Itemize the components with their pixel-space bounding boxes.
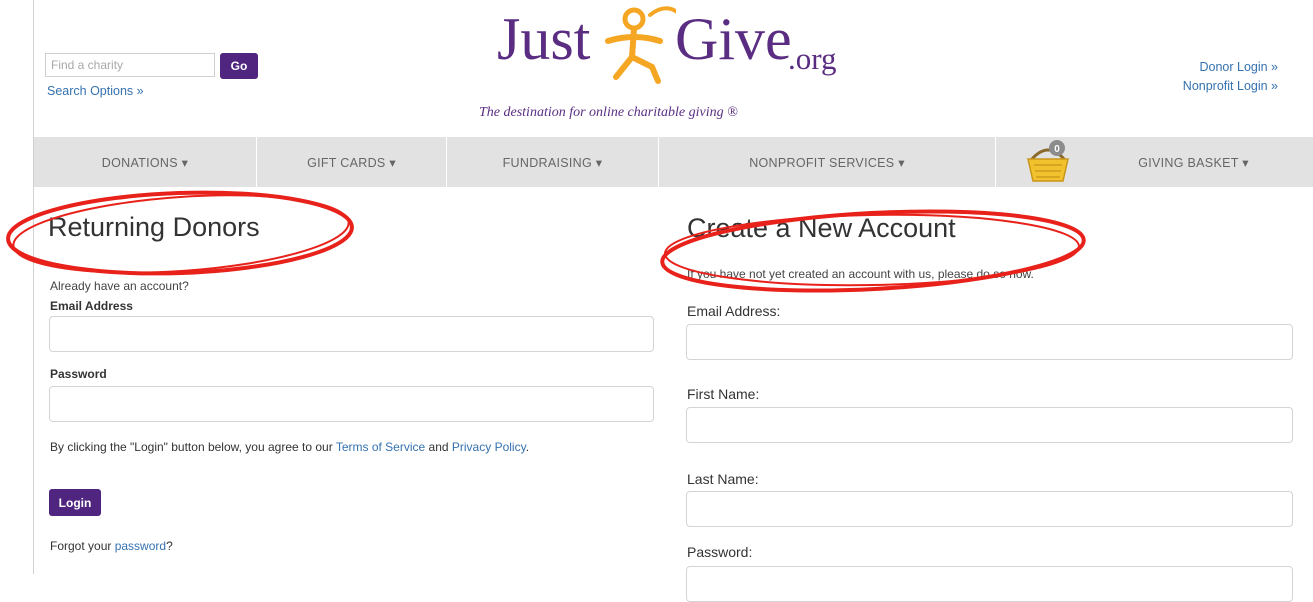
login-button[interactable]: Login xyxy=(49,489,101,516)
nav-giving-basket[interactable]: GIVING BASKET ▾ xyxy=(1074,137,1313,187)
search-input[interactable] xyxy=(45,53,215,77)
create-email-label: Email Address: xyxy=(687,303,781,319)
nonprofit-login-link[interactable]: Nonprofit Login » xyxy=(1183,79,1278,93)
logo-word-give: Give xyxy=(675,6,792,72)
returning-email-label: Email Address xyxy=(50,299,133,313)
first-name-input[interactable] xyxy=(686,407,1293,443)
returning-password-label: Password xyxy=(50,367,107,381)
create-email-input[interactable] xyxy=(686,324,1293,360)
basket-icon[interactable]: 0 xyxy=(1022,137,1074,187)
logo-tagline: The destination for online charitable gi… xyxy=(479,105,738,120)
create-password-label: Password: xyxy=(687,544,753,560)
returning-donors-heading: Returning Donors xyxy=(48,212,260,242)
agree-suffix: . xyxy=(525,440,530,454)
nav-fundraising[interactable]: FUNDRAISING ▾ xyxy=(447,137,659,187)
returning-subtitle: Already have an account? xyxy=(50,279,189,293)
nav-donations[interactable]: DONATIONS ▾ xyxy=(34,137,257,187)
basket-count: 0 xyxy=(1054,144,1060,155)
justgive-logo[interactable]: Just Give .org xyxy=(497,6,847,105)
nav-nonprofit-services[interactable]: NONPROFIT SERVICES ▾ xyxy=(659,137,996,187)
logo-figure-icon xyxy=(605,6,676,84)
forgot-text: Forgot your xyxy=(50,539,115,553)
terms-agreement: By clicking the "Login" button below, yo… xyxy=(50,437,640,458)
forgot-password-link[interactable]: password xyxy=(115,539,166,553)
forgot-password: Forgot your password? xyxy=(50,539,173,553)
terms-of-service-link[interactable]: Terms of Service xyxy=(336,440,425,454)
forgot-suffix: ? xyxy=(166,539,173,553)
agree-text: By clicking the "Login" button below, yo… xyxy=(50,440,336,454)
agree-and-text: and xyxy=(425,440,452,454)
returning-email-input[interactable] xyxy=(49,316,654,352)
go-button[interactable]: Go xyxy=(220,53,258,79)
returning-password-input[interactable] xyxy=(49,386,654,422)
last-name-label: Last Name: xyxy=(687,471,759,487)
main-nav: DONATIONS ▾ GIFT CARDS ▾ FUNDRAISING ▾ N… xyxy=(34,137,1313,187)
create-account-heading: Create a New Account xyxy=(687,213,956,243)
first-name-label: First Name: xyxy=(687,386,760,402)
privacy-policy-link[interactable]: Privacy Policy xyxy=(452,440,526,454)
logo-tld: .org xyxy=(788,41,837,76)
nav-gift-cards[interactable]: GIFT CARDS ▾ xyxy=(257,137,447,187)
logo-word-just: Just xyxy=(497,6,591,72)
create-password-input[interactable] xyxy=(686,566,1293,602)
donor-login-link[interactable]: Donor Login » xyxy=(1199,60,1278,74)
last-name-input[interactable] xyxy=(686,491,1293,527)
search-options-link[interactable]: Search Options » xyxy=(47,84,144,98)
create-subtitle: If you have not yet created an account w… xyxy=(687,267,1034,281)
page-left-border xyxy=(33,0,34,574)
